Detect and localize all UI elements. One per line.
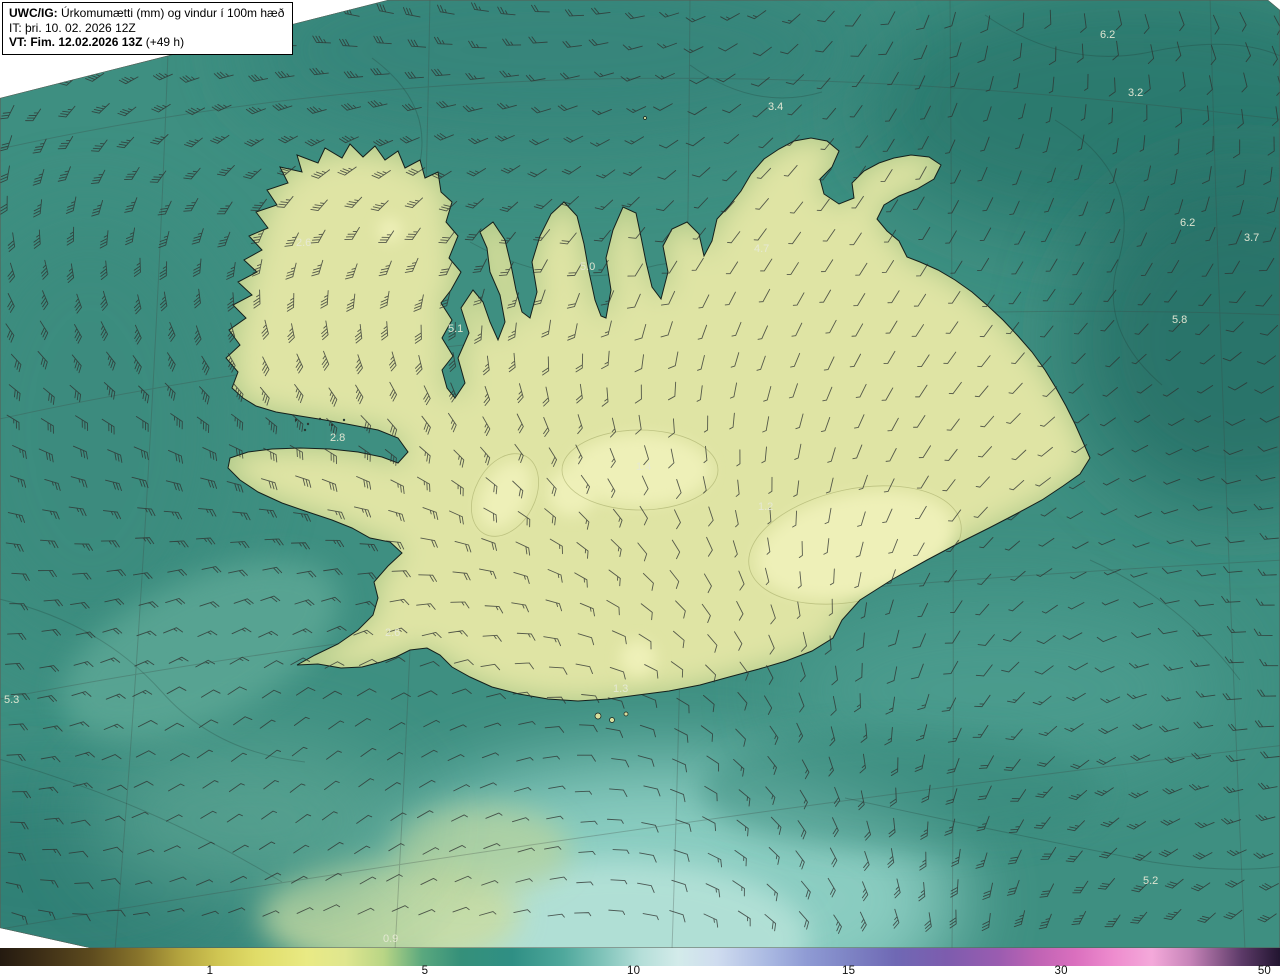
contour-label: 5.2 <box>1143 875 1158 887</box>
valid-time-line: VT: Fim. 12.02.2026 13Z (+49 h) <box>9 35 284 50</box>
contour-label: 4.7 <box>754 243 769 255</box>
valid-offset: (+49 h) <box>145 35 185 49</box>
valid-time: VT: Fim. 12.02.2026 13Z <box>9 35 143 49</box>
contour-label: 0.9 <box>383 933 398 945</box>
product-title: Úrkomumætti (mm) og vindur í 100m hæð <box>61 6 285 20</box>
colorbar-tick-label: 10 <box>626 965 641 977</box>
contour-label: 5.1 <box>448 323 463 335</box>
colorbar-tick-label: 1 <box>206 965 214 977</box>
product-label: UWC/IG: <box>9 6 58 20</box>
contour-label: 6.2 <box>1180 217 1195 229</box>
forecast-info-box: UWC/IG: Úrkomumætti (mm) og vindur í 100… <box>2 2 294 55</box>
contour-label: 3.2 <box>1128 87 1143 99</box>
init-time-line: IT: þri. 10. 02. 2026 12Z <box>9 21 284 36</box>
colorbar-gradient <box>0 948 1280 966</box>
contour-label: 5.8 <box>1172 314 1187 326</box>
product-title-line: UWC/IG: Úrkomumætti (mm) og vindur í 100… <box>9 6 284 21</box>
colorbar-tick-label: 50 <box>1257 965 1272 977</box>
weather-map: 6.2 3.2 3.4 2.6 4.7 5.0 6.2 3.7 5.8 5.1 2.8 1.4 1.2 2… <box>0 0 1280 978</box>
contour-label: 2.6 <box>296 237 311 249</box>
contour-label: 3.7 <box>1244 232 1259 244</box>
init-time: IT: þri. 10. 02. 2026 12Z <box>9 20 136 35</box>
contour-label: 1.4 <box>636 461 651 473</box>
colorbar-labels: 1 5 10 15 30 50 <box>0 965 1280 978</box>
colorbar-tick-label: 15 <box>842 965 856 977</box>
contour-label: 5.3 <box>4 694 19 706</box>
colorbar-tick-label: 30 <box>1054 965 1068 977</box>
contour-label: 2.8 <box>330 432 345 444</box>
contour-label: 1.3 <box>613 683 628 695</box>
contour-label: 5.0 <box>580 261 595 273</box>
map-canvas: 6.2 3.2 3.4 2.6 4.7 5.0 6.2 3.7 5.8 5.1 2.8 1.4 1.2 2… <box>0 0 1280 948</box>
colorbar: 1 5 10 15 30 50 <box>0 948 1280 978</box>
contour-label: 3.4 <box>768 101 783 113</box>
contour-label: 2.6 <box>385 627 400 639</box>
contour-label: 1.2 <box>758 501 773 513</box>
colorbar-tick-label: 5 <box>421 965 429 977</box>
contour-label: 6.2 <box>1100 29 1115 41</box>
glacier-drangajokull <box>378 218 402 242</box>
